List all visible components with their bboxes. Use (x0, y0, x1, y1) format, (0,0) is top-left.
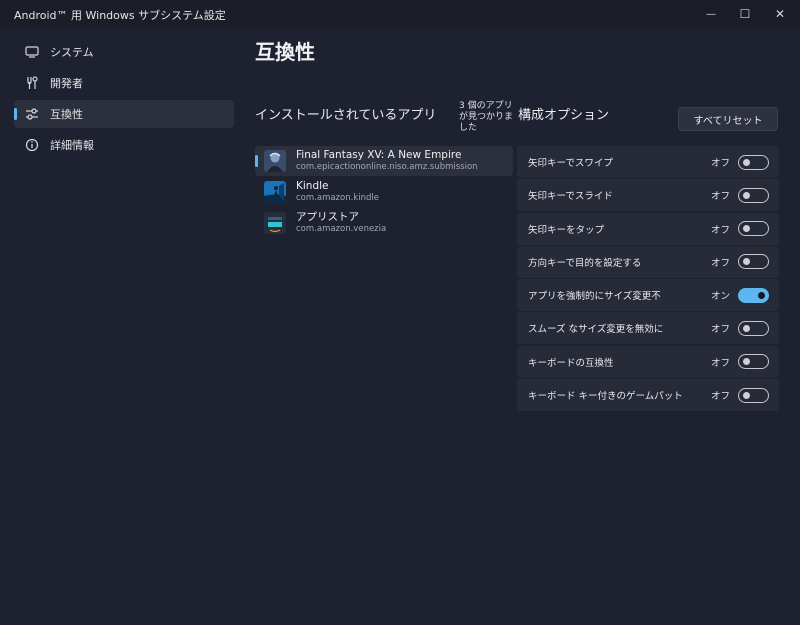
maximize-button[interactable]: ☐ (728, 0, 762, 28)
app-name: Final Fantasy XV: A New Empire (296, 149, 462, 161)
option-state: オフ (711, 391, 731, 403)
app-list-item[interactable]: アプリストア com.amazon.venezia (255, 208, 513, 238)
window-title: Android™ 用 Windows サブシステム設定 (14, 9, 226, 22)
sidebar-item-label: 互換性 (50, 108, 83, 121)
option-label: スムーズ なサイズ変更を無効に (528, 324, 664, 336)
option-toggle[interactable] (738, 154, 769, 170)
sidebar-item-label: 詳細情報 (50, 139, 94, 152)
close-button[interactable]: ✕ (763, 0, 797, 28)
option-row-direction-keys: 方向キーで目的を設定する オフ (517, 245, 779, 278)
app-package: com.amazon.kindle (296, 193, 379, 203)
app-name: アプリストア (296, 211, 359, 223)
tools-icon (24, 75, 40, 91)
sidebar-item-compatibility[interactable]: 互換性 (14, 100, 234, 128)
config-options-list: 矢印キーでスワイプ オフ 矢印キーでスライド オフ 矢印キーをタップ オフ 方向… (517, 146, 779, 412)
toggle-knob (743, 258, 750, 266)
final-fantasy-app-icon (264, 150, 286, 172)
option-state: オフ (711, 357, 731, 369)
option-label: 方向キーで目的を設定する (528, 257, 642, 269)
option-toggle[interactable] (738, 320, 769, 336)
sidebar-item-system[interactable]: システム (14, 38, 234, 66)
toggle-knob (743, 191, 750, 199)
sidebar: システム 開発者 互換性 詳細情報 (14, 38, 234, 162)
option-label: キーボードの互換性 (528, 357, 614, 369)
option-toggle[interactable] (738, 287, 769, 303)
toggle-knob (743, 324, 750, 332)
minimize-button[interactable]: — (694, 0, 728, 28)
apps-found-count: 3 個のアプリが見つかりました (459, 101, 514, 133)
option-toggle[interactable] (738, 221, 769, 237)
reset-all-button[interactable]: すべてリセット (678, 107, 778, 131)
sliders-icon (24, 106, 40, 122)
option-row-smooth-resize: スムーズ なサイズ変更を無効に オフ (517, 312, 779, 345)
option-state: オン (711, 291, 731, 303)
option-state: オフ (711, 324, 731, 336)
toggle-knob (743, 358, 750, 366)
app-package: com.epicactiononline.niso.amz.submission (296, 162, 478, 172)
option-state: オフ (711, 257, 731, 269)
option-toggle[interactable] (738, 187, 769, 203)
close-icon: ✕ (774, 7, 786, 21)
appstore-app-icon (264, 212, 286, 234)
app-list-item[interactable]: Kindle com.amazon.kindle (255, 177, 513, 207)
option-state: オフ (711, 224, 731, 236)
installed-apps-heading: インストールされているアプリ (255, 108, 437, 123)
option-toggle[interactable] (738, 387, 769, 403)
option-label: アプリを強制的にサイズ変更不 (528, 291, 661, 303)
toggle-knob (758, 291, 765, 299)
option-state: オフ (711, 191, 731, 203)
sidebar-item-label: システム (50, 46, 94, 59)
option-toggle[interactable] (738, 254, 769, 270)
title-bar: Android™ 用 Windows サブシステム設定 — ☐ ✕ (0, 0, 800, 28)
option-row-arrow-tap: 矢印キーをタップ オフ (517, 212, 779, 245)
option-row-keyboard-compat: キーボードの互換性 オフ (517, 345, 779, 378)
app-list: Final Fantasy XV: A New Empire com.epica… (255, 146, 513, 239)
maximize-icon: ☐ (739, 7, 751, 21)
app-list-item[interactable]: Final Fantasy XV: A New Empire com.epica… (255, 146, 513, 176)
option-label: 矢印キーをタップ (528, 224, 605, 236)
toggle-knob (743, 225, 750, 233)
sidebar-item-developer[interactable]: 開発者 (14, 69, 234, 97)
minimize-icon: — (706, 8, 716, 20)
option-row-arrow-slide: 矢印キーでスライド オフ (517, 179, 779, 212)
kindle-app-icon (264, 181, 286, 203)
option-row-keyboard-gamepad: キーボード キー付きのゲームパット オフ (517, 379, 779, 412)
monitor-icon (24, 44, 40, 60)
toggle-knob (743, 391, 750, 399)
option-state: オフ (711, 158, 731, 169)
option-row-force-resize: アプリを強制的にサイズ変更不 オン (517, 279, 779, 312)
sidebar-item-about[interactable]: 詳細情報 (14, 131, 234, 159)
toggle-knob (743, 158, 750, 166)
option-label: 矢印キーでスワイプ (528, 158, 613, 169)
app-package: com.amazon.venezia (296, 224, 387, 234)
option-label: 矢印キーでスライド (528, 191, 613, 203)
option-row-arrow-swipe: 矢印キーでスワイプ オフ (517, 146, 779, 178)
app-name: Kindle (296, 180, 329, 192)
page-title: 互換性 (255, 40, 315, 64)
sidebar-item-label: 開発者 (50, 77, 83, 90)
option-label: キーボード キー付きのゲームパット (528, 391, 683, 403)
option-toggle[interactable] (738, 354, 769, 370)
info-icon (24, 137, 40, 153)
config-options-heading: 構成オプション (518, 108, 610, 123)
